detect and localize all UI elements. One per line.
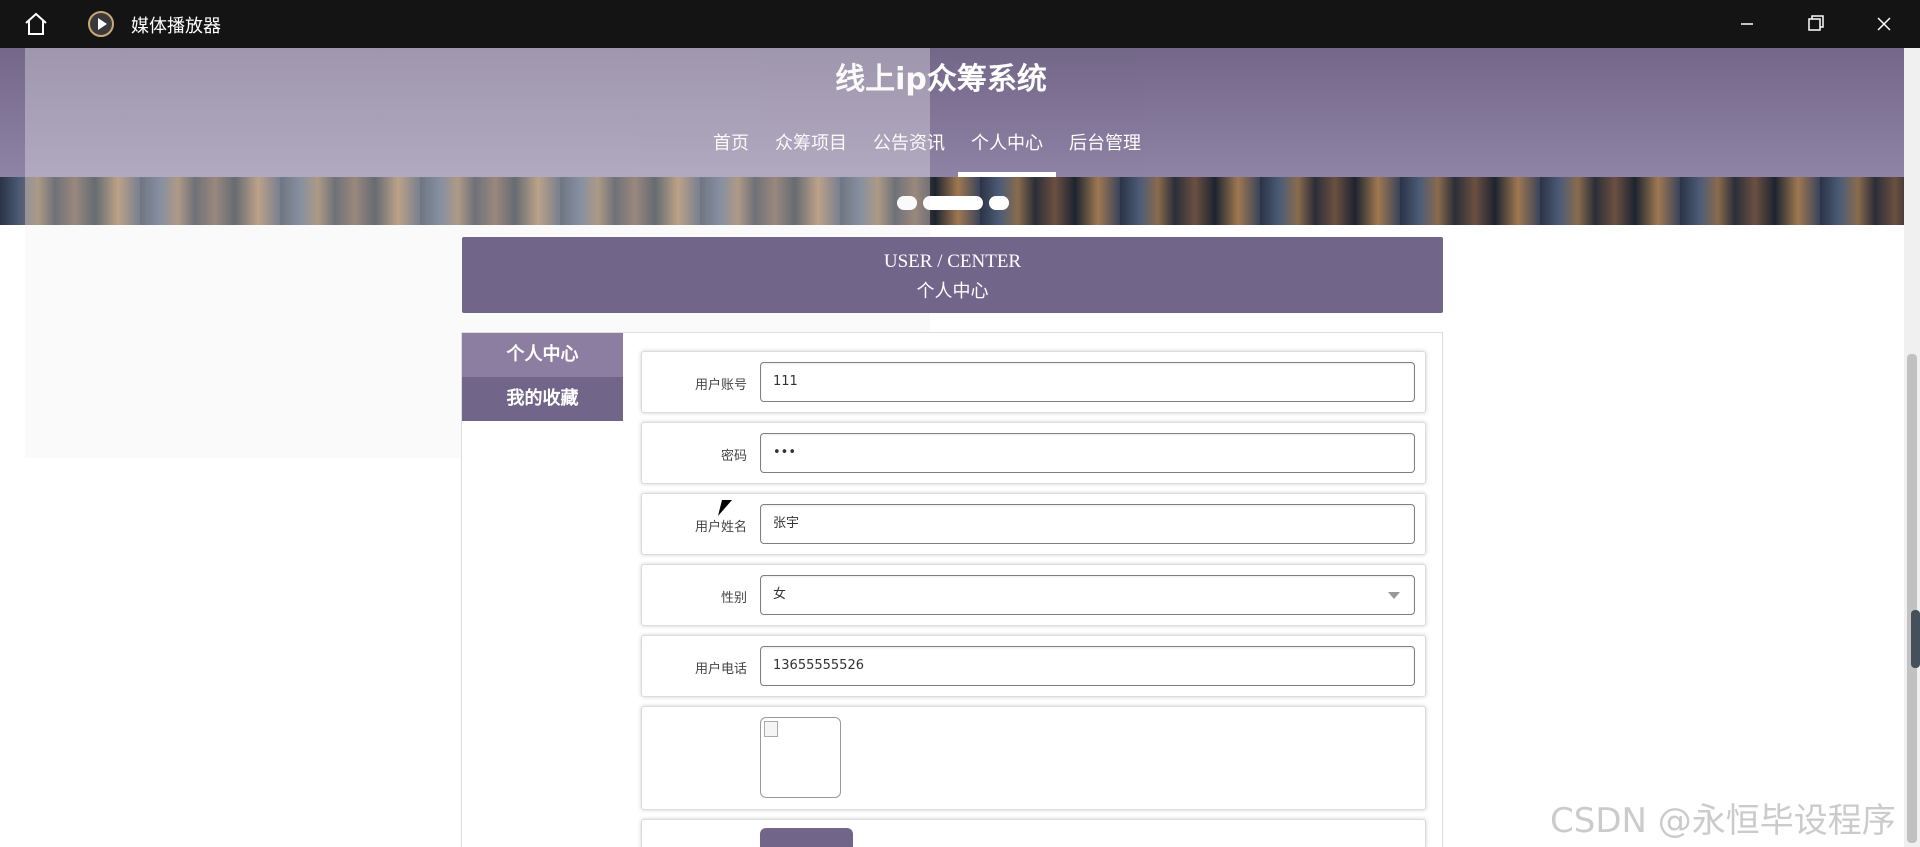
- page-scrollbar[interactable]: [1904, 48, 1920, 847]
- web-page: 线上ip众筹系统 首页 众筹项目 公告资讯 个人中心 后台管理 USER / C…: [0, 48, 1904, 847]
- media-player-logo-icon: [88, 11, 114, 37]
- name-input[interactable]: 张宇: [760, 504, 1415, 544]
- home-icon[interactable]: [22, 10, 50, 38]
- avatar-upload[interactable]: [760, 717, 841, 798]
- nav-user-center[interactable]: 个人中心: [958, 124, 1056, 177]
- carousel-dot-active[interactable]: [923, 196, 983, 210]
- chevron-down-icon: [1388, 592, 1400, 599]
- window-titlebar: 媒体播放器: [0, 0, 1920, 48]
- gender-selected-value: 女: [773, 587, 787, 602]
- form-row-gender: 性别 女: [641, 564, 1426, 626]
- sidebar: 个人中心 我的收藏: [462, 333, 623, 421]
- gender-select[interactable]: 女: [760, 575, 1415, 615]
- watermark: CSDN @永恒毕设程序: [1550, 801, 1896, 841]
- site-title: 线上ip众筹系统: [835, 62, 1047, 97]
- form-row-name: 用户姓名 张宇: [641, 493, 1426, 555]
- form-row-avatar: [641, 706, 1426, 810]
- nav-admin[interactable]: 后台管理: [1056, 124, 1154, 177]
- close-icon[interactable]: [1866, 8, 1902, 40]
- restore-icon[interactable]: [1797, 8, 1833, 40]
- phone-label: 用户电话: [694, 662, 747, 677]
- broken-image-icon: [764, 721, 778, 737]
- heading-english: USER / CENTER: [883, 251, 1022, 272]
- user-center-panel: 个人中心 我的收藏 用户账号 111 密码 ••• 用户姓名 张宇 性别 女 用…: [461, 332, 1443, 847]
- nav-projects[interactable]: 众筹项目: [762, 124, 860, 177]
- form-row-account: 用户账号 111: [641, 351, 1426, 413]
- carousel-dot[interactable]: [897, 196, 917, 210]
- carousel-dot[interactable]: [989, 196, 1009, 210]
- phone-input[interactable]: 13655555526: [760, 646, 1415, 686]
- gender-label: 性别: [720, 591, 747, 606]
- account-label: 用户账号: [694, 378, 747, 393]
- name-label: 用户姓名: [694, 520, 747, 535]
- main-nav: 首页 众筹项目 公告资讯 个人中心 后台管理: [700, 124, 1154, 177]
- scrollbar-thumb[interactable]: [1907, 354, 1917, 843]
- nav-news[interactable]: 公告资讯: [860, 124, 958, 177]
- account-input[interactable]: 111: [760, 362, 1415, 402]
- user-center-heading: USER / CENTER 个人中心: [462, 237, 1443, 313]
- heading-chinese: 个人中心: [916, 281, 989, 302]
- password-input[interactable]: •••: [760, 433, 1415, 473]
- side-panel-handle[interactable]: [1911, 610, 1920, 668]
- site-header: 线上ip众筹系统 首页 众筹项目 公告资讯 个人中心 后台管理: [0, 48, 1904, 177]
- form-row-password: 密码 •••: [641, 422, 1426, 484]
- sidebar-item-favorites[interactable]: 我的收藏: [462, 377, 623, 421]
- carousel-dots: [897, 196, 1009, 210]
- sidebar-item-user-center[interactable]: 个人中心: [462, 333, 623, 377]
- submit-button[interactable]: [760, 828, 853, 847]
- profile-form: 用户账号 111 密码 ••• 用户姓名 张宇 性别 女 用户电话 136555…: [641, 351, 1426, 847]
- nav-home[interactable]: 首页: [700, 124, 762, 177]
- minimize-icon[interactable]: [1729, 8, 1765, 40]
- app-title: 媒体播放器: [131, 16, 221, 37]
- form-row-submit: [641, 819, 1426, 847]
- form-row-phone: 用户电话 13655555526: [641, 635, 1426, 697]
- password-label: 密码: [720, 449, 747, 464]
